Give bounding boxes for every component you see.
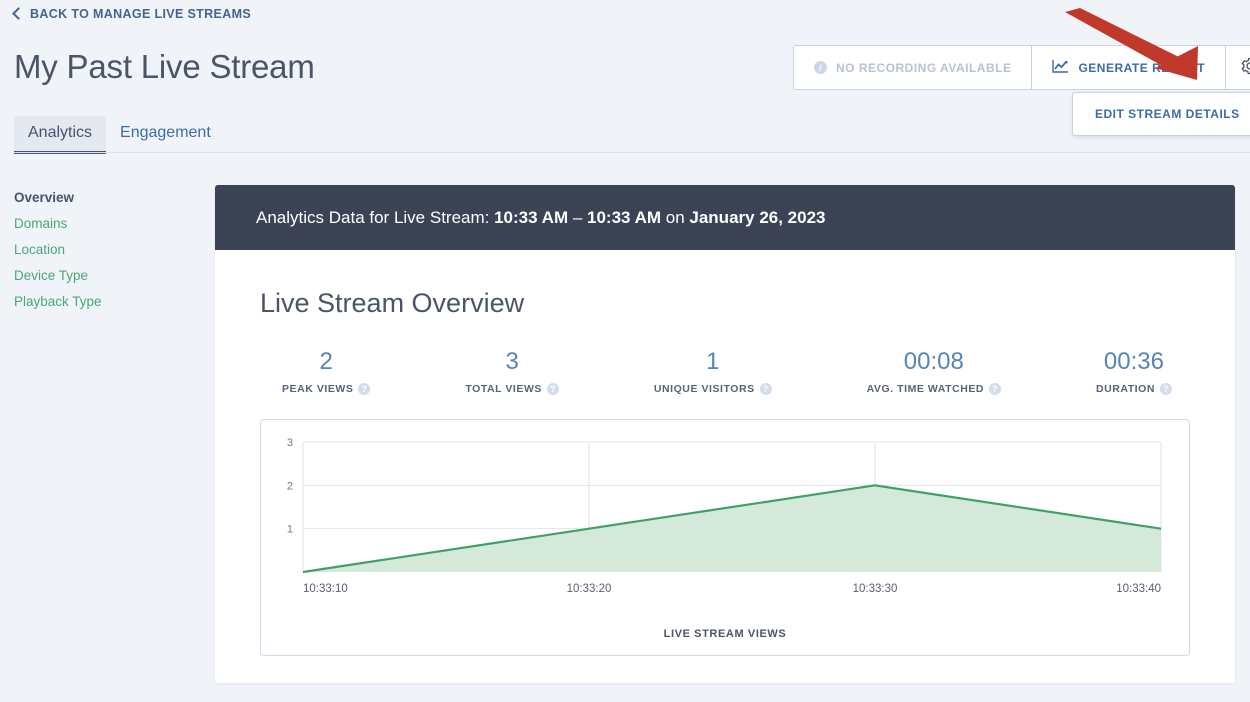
header-prefix: Analytics Data for Live Stream:	[256, 207, 495, 227]
help-icon[interactable]: ?	[989, 383, 1002, 395]
no-recording-available-label: NO RECORDING AVAILABLE	[836, 60, 1012, 75]
stat-avg-time-watched-value: 00:08	[903, 348, 964, 375]
y-axis-tick-label: 1	[287, 524, 293, 536]
stat-avg-time-watched-label-text: AVG. TIME WATCHED	[866, 383, 985, 395]
generate-report-label: GENERATE REPORT	[1078, 60, 1206, 75]
stat-peak-views-value: 2	[319, 348, 333, 375]
header-on-word: on	[661, 207, 690, 227]
x-axis-tick-label: 10:33:20	[567, 583, 612, 595]
analytics-sidebar: Overview Domains Location Device Type Pl…	[14, 185, 199, 315]
stat-unique-visitors: 1 UNIQUE VISITORS ?	[654, 347, 772, 395]
header-action-group: i NO RECORDING AVAILABLE GENERATE REPORT	[793, 45, 1250, 90]
tab-analytics[interactable]: Analytics	[14, 116, 107, 154]
tab-engagement-label: Engagement	[120, 124, 211, 141]
live-stream-views-chart: 1 2 3 10:33:10 10:33:20 10:33:30 10:33:40 LIVE…	[260, 419, 1190, 656]
stat-unique-visitors-label: UNIQUE VISITORS ?	[654, 383, 772, 395]
x-axis-tick-label: 10:33:30	[853, 583, 898, 595]
stat-duration-label: DURATION ?	[1096, 383, 1172, 395]
stat-peak-views-label: PEAK VIEWS ?	[282, 383, 371, 395]
stat-duration-value: 00:36	[1103, 348, 1164, 375]
sidebar-item-domains[interactable]: Domains	[14, 211, 199, 237]
sidebar-item-playback-type[interactable]: Playback Type	[14, 289, 199, 315]
stat-unique-visitors-label-text: UNIQUE VISITORS	[653, 383, 755, 395]
help-icon[interactable]: ?	[759, 383, 772, 395]
no-recording-available-status: i NO RECORDING AVAILABLE	[794, 46, 1031, 89]
back-to-manage-live-streams-link[interactable]: BACK TO MANAGE LIVE STREAMS	[12, 7, 252, 21]
stat-unique-visitors-value: 1	[706, 348, 720, 375]
sidebar-item-device-type[interactable]: Device Type	[14, 263, 199, 289]
x-axis-tick-label: 10:33:10	[303, 583, 348, 595]
sidebar-item-location[interactable]: Location	[14, 237, 199, 263]
tab-bar: Analytics Engagement	[14, 116, 1250, 154]
page-title: My Past Live Stream	[14, 48, 315, 85]
help-icon[interactable]: ?	[358, 383, 371, 395]
tab-engagement[interactable]: Engagement	[106, 116, 225, 154]
help-icon[interactable]: ?	[1159, 383, 1172, 395]
stat-peak-views: 2 PEAK VIEWS ?	[282, 347, 371, 395]
stat-avg-time-watched: 00:08 AVG. TIME WATCHED ?	[866, 347, 1002, 395]
stat-avg-time-watched-label: AVG. TIME WATCHED ?	[866, 383, 1002, 395]
analytics-card-body: Live Stream Overview 2 PEAK VIEWS ? 3 TO…	[215, 250, 1235, 656]
stat-duration: 00:36 DURATION ?	[1096, 347, 1172, 395]
stat-duration-label-text: DURATION	[1095, 383, 1155, 395]
stats-row: 2 PEAK VIEWS ? 3 TOTAL VIEWS ? 1 UNIQUE …	[260, 347, 1190, 395]
gear-icon	[1240, 56, 1250, 79]
header-start-time: 10:33 AM	[494, 207, 569, 227]
stat-total-views: 3 TOTAL VIEWS ?	[465, 347, 559, 395]
y-axis-tick-label: 3	[287, 437, 293, 449]
analytics-card-header-text: Analytics Data for Live Stream: 10:33 AM…	[256, 208, 826, 228]
header-date: January 26, 2023	[689, 207, 826, 227]
analytics-content-card: Analytics Data for Live Stream: 10:33 AM…	[215, 185, 1235, 683]
header-separator: –	[568, 207, 588, 227]
stat-total-views-label-text: TOTAL VIEWS	[465, 383, 542, 395]
help-icon[interactable]: ?	[546, 383, 559, 395]
line-chart-icon	[1052, 59, 1069, 76]
y-axis-tick-label: 2	[287, 480, 293, 492]
settings-button[interactable]	[1225, 46, 1250, 89]
x-axis-tick-label: 10:33:40	[1116, 583, 1161, 595]
back-link-label: BACK TO MANAGE LIVE STREAMS	[30, 7, 252, 21]
tab-analytics-label: Analytics	[28, 124, 93, 141]
section-title: Live Stream Overview	[260, 288, 525, 318]
analytics-card-header: Analytics Data for Live Stream: 10:33 AM…	[215, 185, 1235, 250]
header-end-time: 10:33 AM	[587, 207, 662, 227]
sidebar-item-overview[interactable]: Overview	[14, 185, 199, 211]
info-icon: i	[814, 61, 827, 74]
chart-caption: LIVE STREAM VIEWS	[663, 628, 787, 640]
stat-peak-views-label-text: PEAK VIEWS	[282, 383, 354, 395]
tab-bar-divider	[14, 152, 1250, 153]
chart-svg: 1 2 3 10:33:10 10:33:20 10:33:30 10:33:40	[287, 437, 1162, 595]
stat-total-views-label: TOTAL VIEWS ?	[465, 383, 559, 395]
stat-total-views-value: 3	[505, 348, 519, 375]
chevron-left-icon	[12, 7, 25, 20]
generate-report-button[interactable]: GENERATE REPORT	[1031, 46, 1225, 89]
